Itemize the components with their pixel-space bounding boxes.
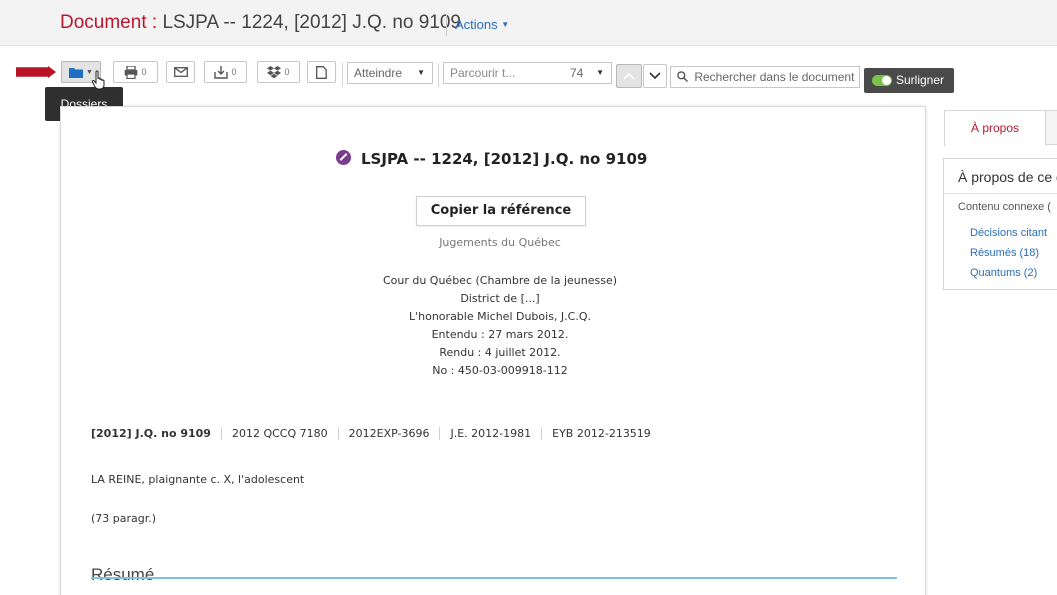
rendered-date: Rendu : 4 juillet 2012. xyxy=(439,346,561,359)
summary-section-title: Résumé xyxy=(91,565,155,584)
parties: LA REINE, plaignante c. X, l'adolescent xyxy=(91,473,305,486)
document-title-label: Document : xyxy=(60,12,158,33)
next-match-button[interactable] xyxy=(643,64,667,88)
email-button[interactable] xyxy=(166,61,195,83)
section-underline xyxy=(91,577,897,579)
district: District de [...] xyxy=(460,292,540,305)
dropbox-count: 0 xyxy=(284,67,290,77)
tab-a-propos[interactable]: À propos xyxy=(944,110,1046,146)
citation-item: 2012 QCCQ 7180 xyxy=(220,427,338,440)
document-header: Document : LSJPA -- 1224, [2012] J.Q. no… xyxy=(0,0,1057,46)
caret-down-icon: ▼ xyxy=(596,68,604,77)
tab-next[interactable] xyxy=(1045,110,1057,145)
about-panel: À propos de ce d Contenu connexe ( Décis… xyxy=(943,158,1057,290)
toggle-switch-icon xyxy=(872,75,892,86)
parcourir-dropdown[interactable]: Parcourir t... 74 ▼ xyxy=(443,62,612,84)
document-search-input[interactable]: Rechercher dans le document xyxy=(670,66,860,88)
envelope-icon xyxy=(173,67,188,77)
citation-list: [2012] J.Q. no 9109 2012 QCCQ 7180 2012E… xyxy=(91,427,661,440)
citation-item: 2012EXP-3696 xyxy=(337,427,440,440)
caret-down-icon: ▼ xyxy=(417,68,425,77)
chevron-down-icon xyxy=(649,72,661,80)
download-icon xyxy=(214,65,229,79)
dropbox-button[interactable]: 0 xyxy=(257,61,300,83)
red-arrow-pointer xyxy=(16,66,56,78)
docket-number: No : 450-03-009918-112 xyxy=(432,364,568,377)
caret-down-icon: ▼ xyxy=(501,20,510,29)
related-content-label: Contenu connexe ( xyxy=(958,201,1051,213)
document-heading: LSJPA -- 1224, [2012] J.Q. no 9109 xyxy=(361,150,648,168)
download-button[interactable]: 0 xyxy=(204,61,247,83)
document-type-icon xyxy=(336,150,351,165)
quantums-link[interactable]: Quantums (2) xyxy=(970,267,1037,279)
hand-cursor-icon xyxy=(92,70,105,90)
citation-item: J.E. 2012-1981 xyxy=(439,427,541,440)
toolbar-divider xyxy=(438,63,439,87)
heard-date: Entendu : 27 mars 2012. xyxy=(431,328,569,341)
atteindre-dropdown[interactable]: Atteindre ▼ xyxy=(347,62,433,84)
copy-reference-button[interactable]: Copier la référence xyxy=(416,196,586,226)
highlight-toggle[interactable]: Surligner xyxy=(864,68,954,93)
print-count: 0 xyxy=(141,67,147,77)
actions-label: Actions xyxy=(455,17,498,32)
parcourir-placeholder: Parcourir t... xyxy=(450,66,516,80)
document-title-name: LSJPA -- 1224, [2012] J.Q. no 9109 xyxy=(162,12,462,33)
parcourir-value: 74 xyxy=(570,66,584,80)
court-name: Cour du Québec (Chambre de la jeunesse) xyxy=(382,274,618,287)
actions-menu-button[interactable]: Actions ▼ xyxy=(446,14,509,36)
search-placeholder: Rechercher dans le document xyxy=(694,70,855,84)
atteindre-label: Atteindre xyxy=(354,66,403,80)
about-panel-title: À propos de ce d xyxy=(958,169,1057,185)
printer-icon xyxy=(125,65,138,79)
download-count: 0 xyxy=(231,67,237,77)
divider xyxy=(944,193,1057,194)
folder-icon xyxy=(69,67,84,78)
highlight-label: Surligner xyxy=(896,73,945,87)
toolbar-divider xyxy=(342,63,343,87)
citing-decisions-link[interactable]: Décisions citant xyxy=(970,227,1047,239)
document-view-button[interactable] xyxy=(307,61,336,83)
search-icon xyxy=(677,71,689,83)
document-source: Jugements du Québec xyxy=(439,236,561,249)
summaries-link[interactable]: Résumés (18) xyxy=(970,247,1039,259)
previous-match-button[interactable] xyxy=(616,64,642,88)
paragraph-count: (73 paragr.) xyxy=(91,512,157,525)
page-icon xyxy=(316,65,327,79)
citation-item: [2012] J.Q. no 9109 xyxy=(91,427,211,440)
print-button[interactable]: 0 xyxy=(113,61,158,83)
citation-item: EYB 2012-213519 xyxy=(541,427,661,440)
judge-name: L'honorable Michel Dubois, J.C.Q. xyxy=(408,310,591,323)
dropbox-icon xyxy=(267,65,282,78)
chevron-up-icon xyxy=(623,72,635,80)
document-title: Document : LSJPA -- 1224, [2012] J.Q. no… xyxy=(60,12,461,34)
